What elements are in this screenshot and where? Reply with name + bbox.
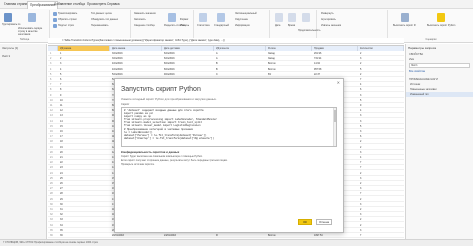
privacy-warning-title: Конфиденциальность скриптов и данных bbox=[121, 150, 180, 154]
ribbon-tabs: Главная страница Преобразование Добавлен… bbox=[0, 0, 473, 9]
cancel-button[interactable]: Отмена bbox=[316, 219, 332, 225]
name-label: Имя bbox=[409, 58, 415, 61]
date-icon[interactable] bbox=[275, 13, 283, 22]
transpose-button[interactable]: Транспонировать bbox=[58, 12, 77, 15]
formula-bar[interactable]: = Table.TransformColumnTypes(Заголовки с… bbox=[48, 38, 404, 44]
table-cell[interactable]: 24/01/2016 bbox=[162, 233, 214, 238]
date-button[interactable]: Дата bbox=[275, 24, 280, 27]
query-settings-title: Параметры запроса bbox=[408, 46, 436, 50]
query-settings-pane: Параметры запроса СВОЙСТВА Имя Лист1 Все… bbox=[405, 44, 473, 246]
detect-type-button[interactable]: Обнаружить тип данных bbox=[91, 18, 118, 21]
transpose-icon[interactable] bbox=[53, 12, 57, 16]
time-icon[interactable] bbox=[288, 13, 296, 22]
tab-add-column[interactable]: Добавление столбца bbox=[52, 1, 87, 8]
all-properties-link[interactable]: Все свойства bbox=[406, 69, 473, 74]
reverse-rows-icon[interactable] bbox=[53, 18, 57, 22]
extract-values-button[interactable]: Извлечь значения bbox=[321, 24, 341, 27]
table-cell[interactable]: 20/01/2016 bbox=[110, 233, 162, 238]
table-cell[interactable]: R bbox=[214, 233, 266, 238]
python-script-icon[interactable] bbox=[437, 13, 445, 22]
table-row: 36 36 20/01/2016 24/01/2016 R Восток 1097.54 7 bbox=[48, 233, 404, 238]
close-icon[interactable]: ✕ bbox=[337, 81, 340, 85]
privacy-warning-text: Проверьте источник скрипта. bbox=[121, 163, 155, 166]
table-cell[interactable]: Восток bbox=[266, 233, 312, 238]
fill-button[interactable]: Заполнить bbox=[134, 18, 146, 21]
dialog-description: Укажите исходный скрипт Python для преоб… bbox=[121, 97, 217, 101]
run-python-script-dialog: ✕ Запустить скрипт Python Укажите исходн… bbox=[114, 78, 344, 233]
applied-step[interactable]: Измененный тип bbox=[406, 92, 473, 97]
replace-values-button[interactable]: Заменить значения bbox=[134, 12, 156, 15]
standard-button[interactable]: Стандартный bbox=[214, 24, 229, 27]
data-type-dropdown[interactable]: Тип данных: целое bbox=[91, 12, 112, 15]
statistics-icon[interactable] bbox=[199, 13, 207, 22]
r-script-icon[interactable] bbox=[401, 13, 409, 22]
reverse-rows-button[interactable]: Обратить строки bbox=[58, 18, 77, 21]
count-rows-button[interactable]: Подсчет строк bbox=[58, 24, 74, 27]
aggregate-button[interactable]: Агрегировать bbox=[321, 18, 336, 21]
group-by-button[interactable]: Группировать по bbox=[2, 23, 20, 26]
use-headers-icon[interactable] bbox=[28, 13, 36, 22]
duration-icon[interactable] bbox=[302, 13, 310, 22]
scrollbar-thumb[interactable] bbox=[334, 110, 336, 122]
rounding-button[interactable]: Округление bbox=[235, 18, 248, 21]
status-bar: 7 СТОЛБЦОВ, 999+ СТРОК Профилирование ст… bbox=[0, 239, 473, 246]
script-editor[interactable]: # 'dataset' содержит входные данные для … bbox=[121, 107, 337, 147]
formula-text[interactable]: = Table.TransformColumnTypes(Заголовки с… bbox=[62, 39, 225, 42]
count-rows-icon[interactable] bbox=[53, 24, 57, 28]
extract-button[interactable]: Извлечь bbox=[180, 24, 189, 27]
ribbon-group-table: Группировать по Использовать первую стро… bbox=[0, 10, 50, 42]
ribbon-group-label: Таблица bbox=[19, 38, 30, 41]
statistics-button[interactable]: Статистика bbox=[197, 24, 210, 27]
table-cell[interactable]: 7 bbox=[358, 233, 404, 238]
script-scrollbar[interactable] bbox=[333, 108, 336, 146]
expand-button[interactable]: Развернуть bbox=[321, 12, 334, 15]
rename-button[interactable]: Переименовать bbox=[91, 24, 109, 27]
information-button[interactable]: Информация bbox=[235, 24, 250, 27]
table-cell[interactable]: 36 bbox=[58, 233, 110, 238]
pivot-column-button[interactable]: Сведение столбца bbox=[134, 24, 155, 27]
standard-icon[interactable] bbox=[217, 13, 225, 22]
run-python-script-button[interactable]: Выполнить скрипт Python bbox=[427, 24, 455, 27]
run-r-script-button[interactable]: Выполнить скрипт R bbox=[393, 24, 416, 27]
table-cell[interactable]: 1097.54 bbox=[312, 233, 358, 238]
row-number: 36 bbox=[50, 234, 53, 237]
script-label: Скрипт bbox=[121, 103, 130, 106]
query-item[interactable]: Лист1 bbox=[2, 54, 10, 58]
query-name-input[interactable]: Лист1 bbox=[409, 63, 470, 68]
use-headers-button[interactable]: Использовать первую строку в качестве за… bbox=[18, 27, 48, 36]
queries-pane: Запросы [1] Лист1 bbox=[0, 44, 47, 246]
time-button[interactable]: Время bbox=[288, 24, 295, 27]
group-by-icon[interactable] bbox=[4, 13, 12, 22]
privacy-warning-text: Скрипт будет выполнен на локальном компь… bbox=[121, 155, 203, 158]
scientific-button[interactable]: Экспоненциальный bbox=[235, 12, 257, 15]
privacy-warning-text: Если скрипт получает сторонние данные, р… bbox=[121, 159, 228, 162]
tab-help[interactable]: Справка bbox=[105, 1, 122, 8]
code-line: dataset['Кластер'] = le.fit_transform(da… bbox=[124, 136, 215, 140]
queries-pane-title: Запросы [1] bbox=[2, 46, 19, 50]
split-column-icon[interactable] bbox=[168, 13, 176, 22]
ok-button[interactable]: ОК bbox=[298, 219, 312, 225]
format-button[interactable]: Формат bbox=[180, 18, 189, 21]
dialog-title: Запустить скрипт Python bbox=[121, 86, 201, 93]
